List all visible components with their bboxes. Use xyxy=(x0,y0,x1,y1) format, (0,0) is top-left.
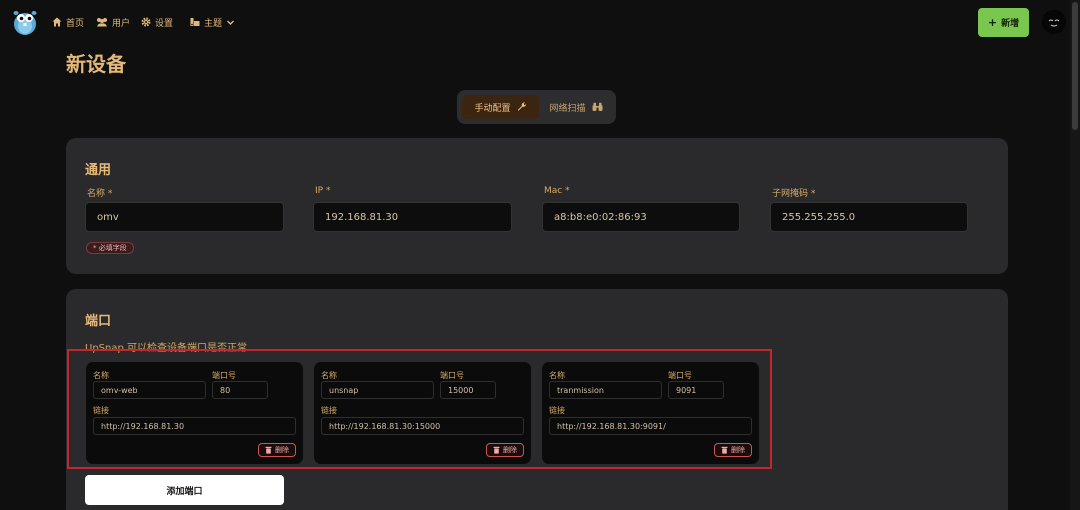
tab-network-scan-label: 网络扫描 xyxy=(549,103,586,114)
nav-users[interactable]: 用户 xyxy=(96,15,130,29)
new-device-button[interactable]: + 新增 xyxy=(978,8,1029,37)
port-card: 名称 端口号 unsnap 15000 链接 http://192.168.81… xyxy=(314,362,531,464)
general-section: 通用 名称 * omv IP * 192.168.81.30 Mac * a8:… xyxy=(66,138,1008,274)
port-number-input[interactable]: 9091 xyxy=(668,381,724,399)
port-number-input[interactable]: 15000 xyxy=(440,381,496,399)
port-number-label: 端口号 xyxy=(668,371,692,380)
name-field-value: omv xyxy=(97,211,119,223)
chevron-down-icon xyxy=(227,20,235,25)
port-link-input[interactable]: http://192.168.81.30:9091/ xyxy=(549,417,752,435)
port-number-label: 端口号 xyxy=(440,371,464,380)
palette-icon xyxy=(190,18,200,26)
wrench-icon xyxy=(517,102,526,111)
netmask-field[interactable]: 255.255.255.0 xyxy=(770,202,968,232)
port-link-input[interactable]: http://192.168.81.30 xyxy=(93,417,296,435)
port-link-input[interactable]: http://192.168.81.30:15000 xyxy=(321,417,524,435)
avatar[interactable] xyxy=(1042,10,1066,34)
add-port-button[interactable]: 添加端口 xyxy=(85,475,284,505)
delete-port-label: 删除 xyxy=(731,446,745,454)
port-card: 名称 端口号 omv-web 80 链接 http://192.168.81.3… xyxy=(86,362,303,464)
mac-field-value: a8:b8:e0:02:86:93 xyxy=(554,211,647,223)
home-icon xyxy=(52,17,62,27)
users-icon xyxy=(97,18,107,27)
avatar-face-icon xyxy=(1042,10,1066,34)
name-field[interactable]: omv xyxy=(85,202,284,232)
ports-section-title: 端口 xyxy=(85,314,112,329)
port-link-value: http://192.168.81.30:15000 xyxy=(329,421,441,431)
nav-home[interactable]: 首页 xyxy=(52,15,84,29)
nav-theme-label: 主题 xyxy=(204,18,223,29)
port-name-input[interactable]: unsnap xyxy=(321,381,434,399)
ports-section: 端口 UpSnap 可以检查设备端口是否正常. 名称 端口号 omv-web 8… xyxy=(66,289,1008,510)
netmask-field-label: 子网掩码 * xyxy=(772,189,816,199)
mac-field-label: Mac * xyxy=(544,186,570,196)
nav-settings-label: 设置 xyxy=(155,18,174,29)
port-name-value: omv-web xyxy=(101,385,138,395)
port-name-input[interactable]: tranmission xyxy=(549,381,662,399)
delete-port-label: 删除 xyxy=(275,446,289,454)
port-number-label: 端口号 xyxy=(212,371,236,380)
navbar: 首页 用户 设置 主题 + 新增 xyxy=(0,0,1080,44)
nav-home-label: 首页 xyxy=(66,18,85,29)
port-number-value: 9091 xyxy=(676,385,697,395)
port-card: 名称 端口号 tranmission 9091 链接 http://192.16… xyxy=(542,362,759,464)
port-number-input[interactable]: 80 xyxy=(212,381,268,399)
nav-users-label: 用户 xyxy=(112,18,131,29)
port-number-value: 15000 xyxy=(448,385,474,395)
port-name-label: 名称 xyxy=(549,371,565,380)
tab-network-scan[interactable]: 网络扫描 xyxy=(541,95,611,119)
ip-field-value: 192.168.81.30 xyxy=(325,211,399,223)
port-name-label: 名称 xyxy=(93,371,109,380)
port-name-label: 名称 xyxy=(321,371,337,380)
delete-port-button[interactable]: 删除 xyxy=(486,443,524,457)
mac-field[interactable]: a8:b8:e0:02:86:93 xyxy=(542,202,740,232)
scrollbar-thumb[interactable] xyxy=(1072,2,1078,130)
port-link-label: 链接 xyxy=(549,406,565,415)
name-field-label: 名称 * xyxy=(87,189,113,199)
nav-theme[interactable]: 主题 xyxy=(190,15,235,29)
page-title: 新设备 xyxy=(66,52,126,76)
binoculars-icon xyxy=(592,102,602,111)
trash-icon xyxy=(265,446,272,454)
port-name-value: unsnap xyxy=(329,385,359,395)
trash-icon xyxy=(721,446,728,454)
ip-field[interactable]: 192.168.81.30 xyxy=(313,202,512,232)
general-section-title: 通用 xyxy=(85,163,112,178)
tab-manual-config[interactable]: 手动配置 xyxy=(462,95,539,119)
new-device-label: 新增 xyxy=(1001,19,1020,29)
port-link-label: 链接 xyxy=(93,406,109,415)
delete-port-button[interactable]: 删除 xyxy=(714,443,752,457)
port-name-input[interactable]: omv-web xyxy=(93,381,206,399)
port-name-value: tranmission xyxy=(557,385,604,395)
delete-port-button[interactable]: 删除 xyxy=(258,443,296,457)
nav-settings[interactable]: 设置 xyxy=(141,15,173,29)
port-link-label: 链接 xyxy=(321,406,337,415)
ip-field-label: IP * xyxy=(315,186,331,196)
port-link-value: http://192.168.81.30 xyxy=(101,421,185,431)
gopher-logo-icon[interactable] xyxy=(12,8,38,36)
trash-icon xyxy=(493,446,500,454)
required-fields-badge: * 必填字段 xyxy=(86,242,134,254)
netmask-field-value: 255.255.255.0 xyxy=(782,211,856,223)
port-number-value: 80 xyxy=(220,385,231,395)
port-link-value: http://192.168.81.30:9091/ xyxy=(557,421,666,431)
tab-manual-config-label: 手动配置 xyxy=(474,103,511,114)
gear-icon xyxy=(141,17,151,27)
delete-port-label: 删除 xyxy=(503,446,517,454)
plus-icon: + xyxy=(987,16,998,29)
config-mode-tabs: 手动配置 网络扫描 xyxy=(457,90,616,124)
